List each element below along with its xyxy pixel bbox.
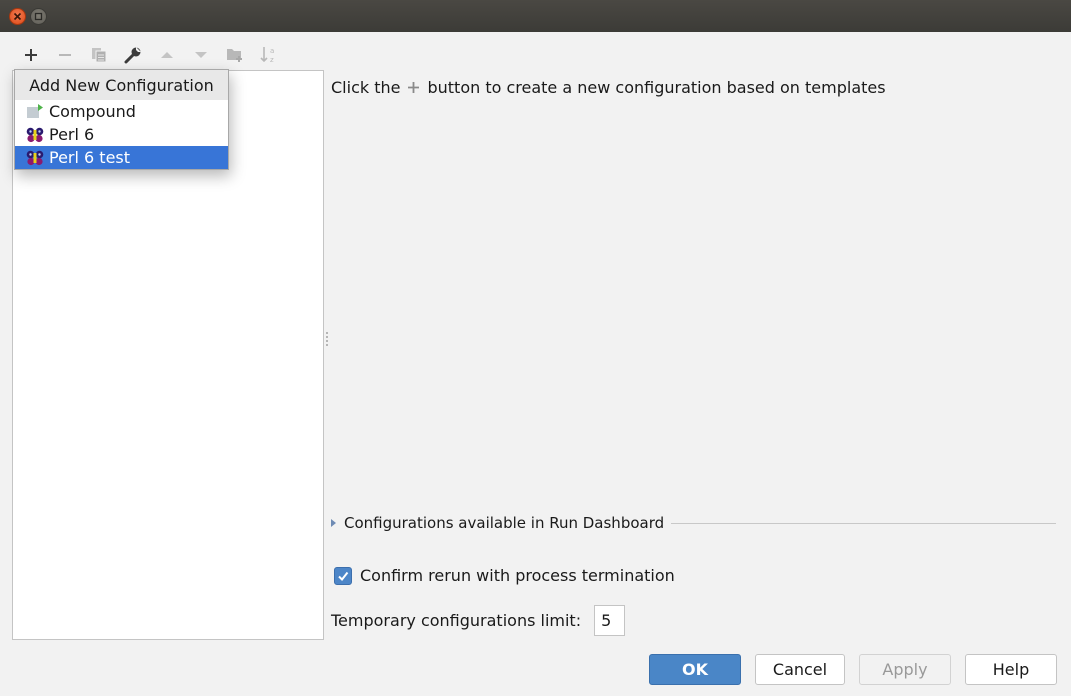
move-up-button[interactable] (150, 42, 184, 68)
window-close-button[interactable] (9, 8, 26, 25)
apply-button[interactable]: Apply (859, 654, 951, 685)
plus-icon (407, 81, 420, 94)
popup-title: Add New Configuration (15, 70, 228, 100)
folder-add-icon (227, 49, 242, 62)
remove-configuration-button[interactable] (48, 42, 82, 68)
svg-text:a: a (270, 47, 274, 55)
confirm-rerun-row[interactable]: Confirm rerun with process termination (334, 566, 675, 585)
popup-item-label: Perl 6 (49, 125, 95, 144)
run-dashboard-section[interactable]: Configurations available in Run Dashboar… (331, 514, 1056, 532)
confirm-rerun-checkbox[interactable] (334, 566, 352, 585)
butterfly-icon (25, 127, 45, 143)
close-icon (13, 12, 22, 21)
arrow-up-icon (161, 52, 173, 58)
maximize-icon (34, 12, 43, 21)
hint-text-after: button to create a new configuration bas… (427, 78, 886, 97)
wrench-icon (124, 47, 141, 64)
temporary-limit-label: Temporary configurations limit: (331, 611, 582, 630)
edit-defaults-button[interactable] (116, 42, 150, 68)
sort-button[interactable]: az (252, 42, 286, 68)
popup-item-perl6-test[interactable]: Perl 6 test (15, 146, 228, 169)
compound-folder-icon (25, 104, 45, 120)
add-configuration-button[interactable] (14, 42, 48, 68)
arrow-down-icon (195, 52, 207, 58)
empty-state-hint: Click the button to create a new configu… (331, 78, 886, 97)
window-maximize-button[interactable] (30, 8, 47, 25)
cancel-button[interactable]: Cancel (755, 654, 845, 685)
add-new-configuration-popup: Add New Configuration Compound Perl 6 Pe… (14, 69, 229, 170)
svg-text:z: z (270, 56, 274, 64)
new-folder-button[interactable] (218, 42, 252, 68)
hint-text-before: Click the (331, 78, 401, 97)
confirm-rerun-label: Confirm rerun with process termination (360, 566, 675, 585)
title-bar (0, 0, 1071, 32)
splitter-handle[interactable] (324, 330, 330, 350)
popup-item-label: Compound (49, 102, 136, 121)
section-label: Configurations available in Run Dashboar… (344, 514, 665, 532)
ok-button[interactable]: OK (649, 654, 741, 685)
temporary-limit-row: Temporary configurations limit: 5 (331, 605, 626, 636)
popup-item-compound[interactable]: Compound (15, 100, 228, 123)
popup-item-perl6[interactable]: Perl 6 (15, 123, 228, 146)
temporary-limit-input[interactable]: 5 (594, 605, 626, 636)
butterfly-icon (25, 150, 45, 166)
section-divider (671, 522, 1056, 524)
popup-item-label: Perl 6 test (49, 148, 131, 167)
checkmark-icon (338, 571, 349, 581)
plus-icon (25, 49, 37, 61)
help-button[interactable]: Help (965, 654, 1057, 685)
move-down-button[interactable] (184, 42, 218, 68)
minus-icon (59, 54, 71, 56)
expand-triangle-icon[interactable] (331, 519, 336, 527)
copy-icon (92, 48, 107, 63)
sort-alpha-icon: az (260, 47, 274, 64)
copy-configuration-button[interactable] (82, 42, 116, 68)
toolbar: az (14, 42, 286, 68)
